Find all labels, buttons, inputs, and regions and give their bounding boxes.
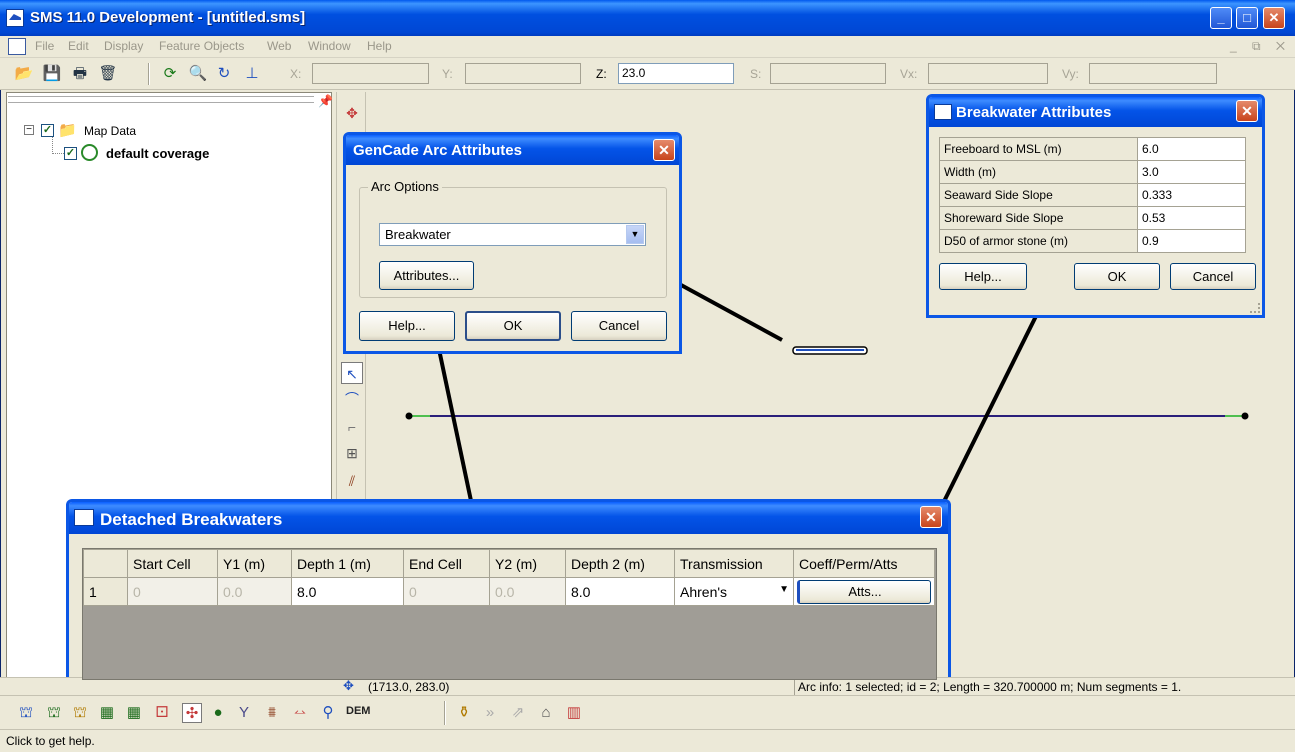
- transmission-select[interactable]: Ahren's ▼: [674, 577, 794, 606]
- map-module-icon[interactable]: ✣: [182, 703, 202, 723]
- attributes-button[interactable]: Attributes...: [379, 261, 474, 290]
- annotation-arrow: [668, 277, 783, 342]
- 1d-grid-icon[interactable]: Y: [234, 703, 254, 723]
- attr-value[interactable]: 0.9: [1137, 229, 1246, 253]
- detached-breakwaters-grid-area: Start Cell Y1 (m) Depth 1 (m) End Cell Y…: [82, 548, 937, 680]
- breakwater-dialog-close-button[interactable]: ✕: [1236, 100, 1258, 122]
- cartesian-grid-icon[interactable]: ▦: [97, 703, 117, 723]
- status-separator: [794, 678, 795, 695]
- cursor-coordinates: (1713.0, 283.0): [368, 680, 450, 694]
- cursor-tool-icon: ✥: [343, 678, 354, 693]
- end-cell-cell: 0: [403, 577, 490, 606]
- module-toolbar: ⛫ ⛫ ⛫ ▦ ▦ ⚀ ✣ ● Y ⩩ ⥎ ⚲ DEM ⚱ » ⇗ ⌂ ▥: [0, 695, 1295, 729]
- gencade-dialog-titlebar[interactable]: GenCade Arc Attributes ✕: [346, 135, 679, 165]
- grid-header-start-cell: Start Cell: [127, 549, 218, 578]
- gencade-dialog-title: GenCade Arc Attributes: [353, 142, 522, 159]
- breakwater-cancel-button[interactable]: Cancel: [1170, 263, 1256, 290]
- breakwater-ok-button[interactable]: OK: [1074, 263, 1160, 290]
- detached-dialog-app-icon: [74, 509, 94, 526]
- arc-info: Arc info: 1 selected; id = 2; Length = 3…: [798, 680, 1182, 694]
- grid-module-icon[interactable]: ⛫: [44, 703, 64, 723]
- status-bar: Click to get help.: [0, 729, 1295, 752]
- plot-wizard-icon[interactable]: ⇗: [508, 703, 528, 723]
- gencade-dialog-close-button[interactable]: ✕: [653, 139, 675, 161]
- help-status-text: Click to get help.: [6, 734, 95, 748]
- y1-cell: 0.0: [217, 577, 292, 606]
- row-index: 1: [83, 577, 128, 606]
- breakwater-attributes-table: Freeboard to MSL (m) 6.0 Width (m) 3.0 S…: [939, 137, 1246, 253]
- table-row: 1 0 0.0 8.0 0 0.0 8.0 Ahren's ▼ Atts...: [83, 577, 935, 606]
- breakwater-dialog-titlebar[interactable]: Breakwater Attributes ✕: [929, 97, 1262, 127]
- depth1-cell[interactable]: 8.0: [291, 577, 404, 606]
- grid-header-coeff-perm-atts: Coeff/Perm/Atts: [793, 549, 935, 578]
- attr-value[interactable]: 0.333: [1137, 183, 1246, 207]
- attr-row: Shoreward Side Slope 0.53: [939, 206, 1246, 230]
- help-button[interactable]: Help...: [359, 311, 455, 341]
- grid-header-depth2: Depth 2 (m): [565, 549, 675, 578]
- attr-label: Seaward Side Slope: [939, 183, 1138, 207]
- grid-header-corner: [83, 549, 128, 578]
- chevron-down-icon[interactable]: ▼: [626, 225, 644, 244]
- detached-breakwaters-grid: Start Cell Y1 (m) Depth 1 (m) End Cell Y…: [83, 549, 935, 606]
- grid-header-transmission: Transmission: [674, 549, 794, 578]
- bar-chart-icon[interactable]: ▥: [564, 703, 584, 723]
- model-check-icon[interactable]: ⚱: [454, 703, 474, 723]
- toolbar-separator: [444, 701, 446, 725]
- grid-header-y1: Y1 (m): [217, 549, 292, 578]
- attr-label: Freeboard to MSL (m): [939, 137, 1138, 161]
- attr-value[interactable]: 0.53: [1137, 206, 1246, 230]
- annotation-icon[interactable]: ⥎: [290, 703, 310, 723]
- gencade-arc-attributes-dialog: GenCade Arc Attributes ✕ Arc Options Bre…: [343, 132, 682, 354]
- attr-label: Width (m): [939, 160, 1138, 184]
- attr-value[interactable]: 6.0: [1137, 137, 1246, 161]
- depth2-cell[interactable]: 8.0: [565, 577, 675, 606]
- dem-module-button[interactable]: DEM: [346, 705, 370, 717]
- attr-row: Seaward Side Slope 0.333: [939, 183, 1246, 207]
- resize-grip[interactable]: [1250, 303, 1260, 313]
- gis-module-icon[interactable]: ●: [208, 703, 228, 723]
- mesh-module-icon[interactable]: ⛫: [16, 703, 36, 723]
- cancel-button[interactable]: Cancel: [571, 311, 667, 341]
- breakwater-help-button[interactable]: Help...: [939, 263, 1027, 290]
- grid-header-row: Start Cell Y1 (m) Depth 1 (m) End Cell Y…: [83, 549, 935, 578]
- detached-dialog-close-button[interactable]: ✕: [920, 506, 942, 528]
- arc-options-label: Arc Options: [368, 179, 442, 194]
- detached-dialog-titlebar[interactable]: Detached Breakwaters ✕: [69, 502, 948, 534]
- raster-icon[interactable]: ⩩: [262, 703, 282, 723]
- run-model-icon[interactable]: »: [480, 703, 500, 723]
- breakwater-attributes-dialog: Breakwater Attributes ✕ Freeboard to MSL…: [926, 94, 1265, 318]
- data-calculator-icon[interactable]: ⌂: [536, 703, 556, 723]
- attr-row: D50 of armor stone (m) 0.9: [939, 229, 1246, 253]
- attr-label: D50 of armor stone (m): [939, 229, 1138, 253]
- arc-node[interactable]: [405, 412, 413, 420]
- arc-type-select[interactable]: Breakwater ▼: [379, 223, 646, 246]
- grid-header-y2: Y2 (m): [489, 549, 566, 578]
- breakwater-dialog-title: Breakwater Attributes: [956, 104, 1112, 121]
- scatter-module-icon[interactable]: ⛫: [70, 703, 90, 723]
- atts-cell: Atts...: [793, 577, 935, 606]
- transmission-value: Ahren's: [680, 583, 728, 600]
- ok-button[interactable]: OK: [465, 311, 561, 341]
- breakwater-attributes-table-wrap: Freeboard to MSL (m) 6.0 Width (m) 3.0 S…: [939, 137, 1246, 253]
- grid-header-end-cell: End Cell: [403, 549, 490, 578]
- grid-header-depth1: Depth 1 (m): [291, 549, 404, 578]
- attr-row: Freeboard to MSL (m) 6.0: [939, 137, 1246, 161]
- atts-button[interactable]: Atts...: [797, 579, 931, 604]
- quadtree-icon[interactable]: ⚲: [318, 703, 338, 723]
- chevron-down-icon[interactable]: ▼: [779, 584, 789, 595]
- particle-module-icon[interactable]: ⚀: [152, 703, 172, 723]
- arc-node[interactable]: [1241, 412, 1249, 420]
- attr-label: Shoreward Side Slope: [939, 206, 1138, 230]
- detached-breakwaters-dialog: Detached Breakwaters ✕ Start Cell Y1 (m)…: [66, 499, 951, 680]
- attr-value[interactable]: 3.0: [1137, 160, 1246, 184]
- start-cell-cell: 0: [127, 577, 218, 606]
- arc-type-value: Breakwater: [385, 227, 451, 242]
- attr-row: Width (m) 3.0: [939, 160, 1246, 184]
- quadtree-grid-icon[interactable]: ▦: [124, 703, 144, 723]
- y2-cell: 0.0: [489, 577, 566, 606]
- breakwater-dialog-app-icon: [934, 104, 952, 120]
- detached-dialog-title: Detached Breakwaters: [100, 510, 283, 529]
